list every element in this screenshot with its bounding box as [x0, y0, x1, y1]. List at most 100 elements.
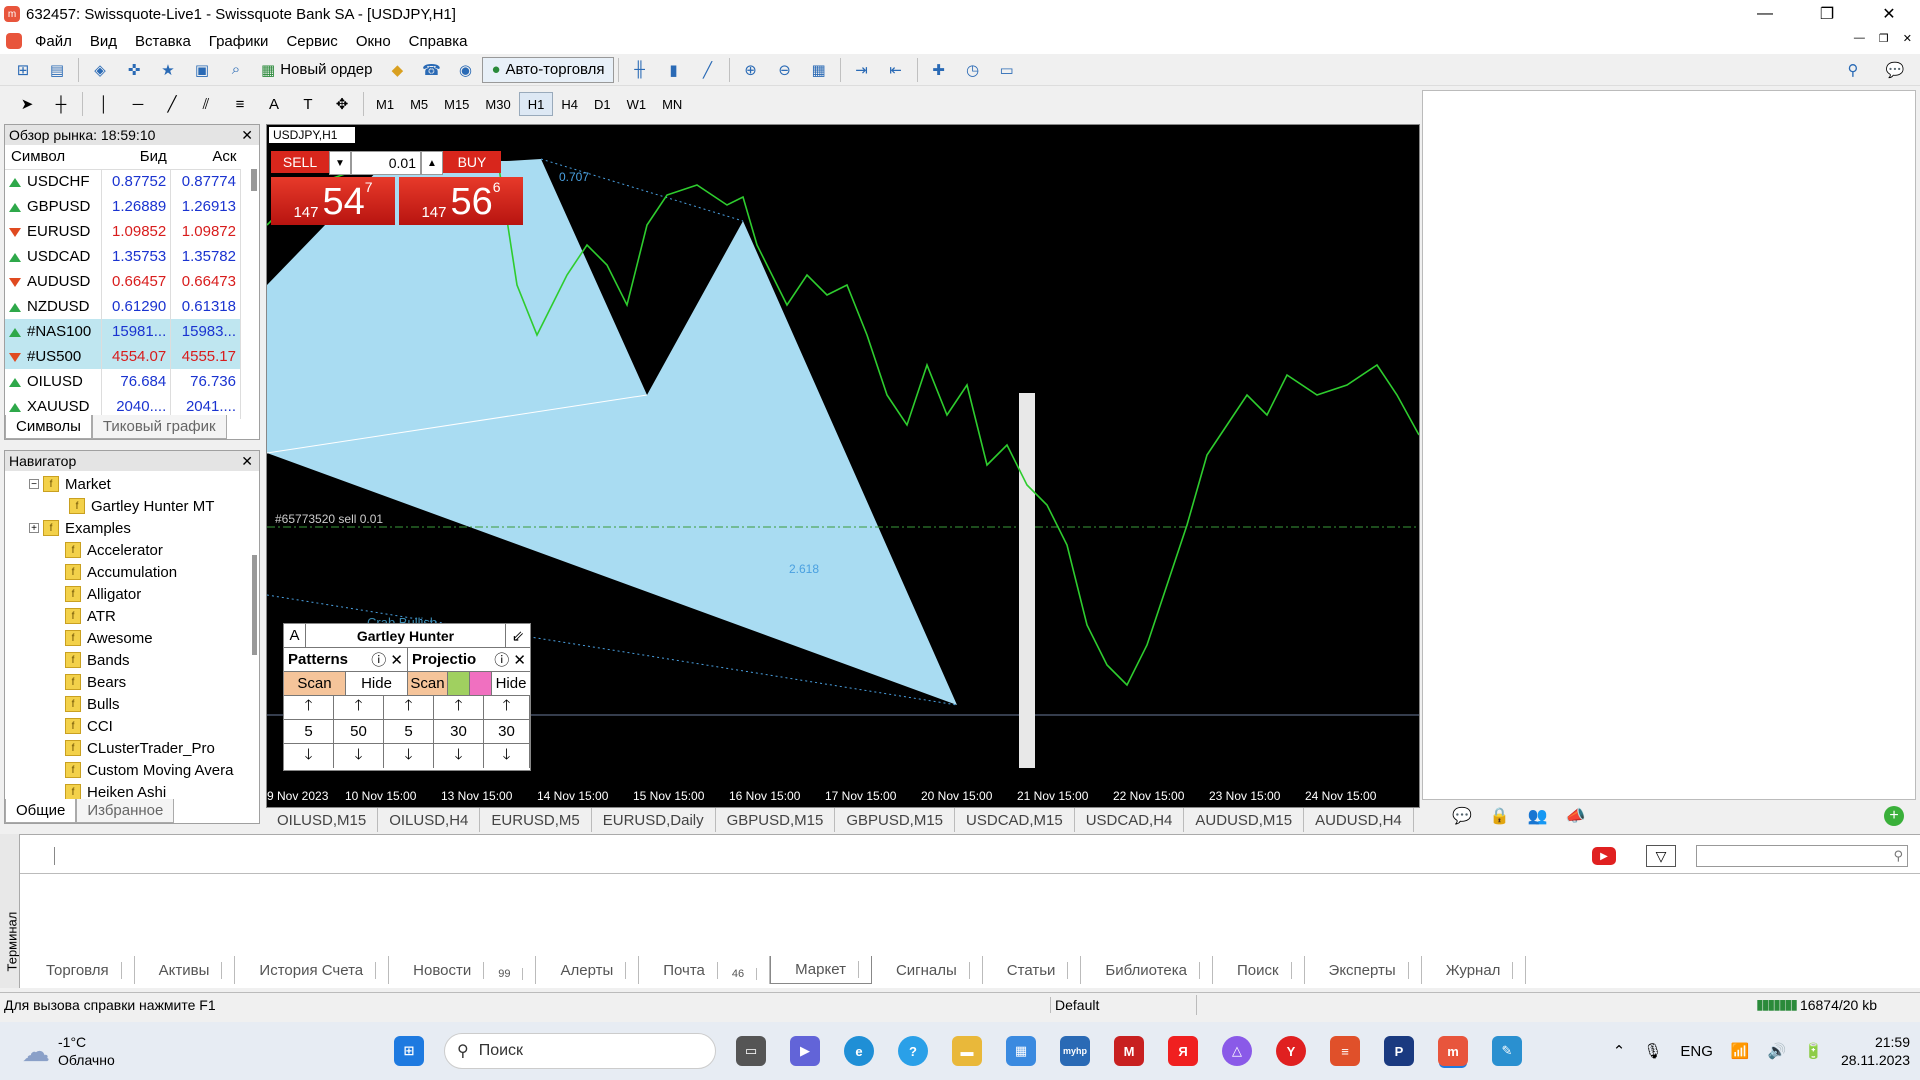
arrow-up-icon[interactable]: 🡑 — [384, 696, 434, 719]
scrollbar[interactable] — [252, 555, 257, 655]
terminal-tab[interactable]: Журнал — [1422, 956, 1527, 984]
table-row[interactable]: NZDUSD 0.61290 0.61318 — [5, 294, 241, 319]
tab-symbols[interactable]: Символы — [5, 415, 92, 439]
expand-icon[interactable]: + — [29, 523, 39, 534]
text-icon[interactable]: A — [261, 91, 287, 117]
chart-tab[interactable]: USDCAD,H4 — [1075, 808, 1185, 832]
navigator-item[interactable]: f Bands — [5, 649, 259, 671]
battery-icon[interactable]: 🔋 — [1804, 1042, 1823, 1060]
chart-tab[interactable]: USDCAD,M15 — [955, 808, 1075, 832]
navigator-item[interactable]: f ATR — [5, 605, 259, 627]
minimize-button[interactable]: — — [1734, 0, 1796, 28]
menu-insert[interactable]: Вставка — [126, 33, 200, 50]
lot-up-icon[interactable]: ▲ — [421, 151, 443, 175]
lot-down-icon[interactable]: ▼ — [329, 151, 351, 175]
terminal-icon[interactable]: ▣ — [189, 57, 215, 83]
edge-icon[interactable]: e — [844, 1036, 874, 1066]
navigator-item[interactable]: f Gartley Hunter MT — [5, 495, 259, 517]
lot-input[interactable]: 0.01 — [351, 151, 421, 175]
tester-icon[interactable]: ⌕ — [223, 57, 249, 83]
help-icon[interactable]: ⓘ ✕ — [371, 649, 403, 670]
navigator-item[interactable]: f Alligator — [5, 583, 259, 605]
navigator-item[interactable]: f Accumulation — [5, 561, 259, 583]
navigator-item[interactable]: f Bulls — [5, 693, 259, 715]
collapse-icon[interactable]: − — [29, 479, 39, 490]
chat-icon[interactable]: 💬 — [1882, 57, 1908, 83]
mdi-restore-button[interactable]: ❐ — [1879, 32, 1889, 45]
dropdown-button[interactable]: ▽ — [1646, 845, 1676, 867]
chart-tab[interactable]: EURUSD,M5 — [480, 808, 592, 832]
alice-icon[interactable]: △ — [1222, 1036, 1252, 1066]
yandex-icon[interactable]: Я — [1168, 1036, 1198, 1066]
cursor-icon[interactable]: ➤ — [14, 91, 40, 117]
arrow-up-icon[interactable]: 🡑 — [334, 696, 384, 719]
terminal-tab[interactable]: Алерты — [536, 956, 640, 984]
menu-charts[interactable]: Графики — [200, 33, 278, 50]
tf-m15[interactable]: M15 — [436, 92, 477, 116]
horizontal-line-icon[interactable]: ─ — [125, 91, 151, 117]
navigator-item[interactable]: f CCI — [5, 715, 259, 737]
autoscroll-icon[interactable]: ⇤ — [883, 57, 909, 83]
terminal-tab[interactable]: Библиотека — [1081, 956, 1213, 984]
volume-icon[interactable]: 🔊 — [1768, 1042, 1787, 1060]
table-row[interactable]: USDCHF 0.87752 0.87774 — [5, 169, 241, 194]
chart-tab[interactable]: OILUSD,H4 — [378, 808, 481, 832]
navigator-item[interactable]: − f Market — [5, 473, 259, 495]
terminal-tab[interactable]: Эксперты — [1305, 956, 1422, 984]
language-indicator[interactable]: ENG — [1680, 1043, 1713, 1060]
search-icon[interactable]: ⚲ — [1893, 848, 1903, 864]
table-row[interactable]: USDCAD 1.35753 1.35782 — [5, 244, 241, 269]
myhp-icon[interactable]: myhp — [1060, 1036, 1090, 1066]
table-row[interactable]: #NAS100 15981... 15983... — [5, 319, 241, 344]
navigator-item[interactable]: + f Examples — [5, 517, 259, 539]
youtube-icon[interactable]: ▶ — [1592, 847, 1616, 865]
metaeditor-icon[interactable]: ◆ — [384, 57, 410, 83]
help-app-icon[interactable]: ? — [898, 1036, 928, 1066]
mdi-minimize-button[interactable]: — — [1854, 32, 1865, 45]
help-icon[interactable]: ⓘ ✕ — [494, 649, 526, 670]
col-symbol[interactable]: Символ — [5, 145, 101, 170]
candle-chart-icon[interactable]: ▮ — [661, 57, 687, 83]
weather-widget[interactable]: ☁ -1°C Облачно — [22, 1033, 382, 1069]
arrow-up-icon[interactable]: 🡑 — [284, 696, 334, 719]
teams-icon[interactable]: ▶ — [790, 1036, 820, 1066]
metatrader-icon[interactable]: m — [1438, 1036, 1468, 1066]
new-order-button[interactable]: ▦ Новый ордер — [253, 57, 380, 83]
terminal-tab[interactable]: Статьи — [983, 956, 1082, 984]
chart-tab[interactable]: OILUSD,M15 — [266, 808, 379, 832]
tab-tick-chart[interactable]: Тиковый график — [91, 415, 227, 439]
lock-icon[interactable]: 🔒 — [1490, 806, 1510, 826]
vertical-line-icon[interactable]: │ — [91, 91, 117, 117]
gh-value[interactable]: 30 — [484, 720, 530, 743]
crosshair-icon[interactable]: ✜ — [121, 57, 147, 83]
label-icon[interactable]: T — [295, 91, 321, 117]
chart-tab[interactable]: AUDUSD,H4 — [1304, 808, 1414, 832]
menu-tools[interactable]: Сервис — [277, 33, 346, 50]
table-row[interactable]: GBPUSD 1.26889 1.26913 — [5, 194, 241, 219]
chat-bubble-icon[interactable]: 💬 — [1452, 806, 1472, 826]
tf-d1[interactable]: D1 — [586, 92, 619, 116]
col-ask[interactable]: Аск — [170, 145, 241, 170]
chart-tab[interactable]: AUDUSD,M15 — [1184, 808, 1305, 832]
paint-icon[interactable]: ✎ — [1492, 1036, 1522, 1066]
sell-price[interactable]: 147 54 7 — [271, 177, 395, 225]
line-chart-icon[interactable]: ╱ — [695, 57, 721, 83]
arrow-down-icon[interactable]: 🡓 — [434, 744, 484, 768]
tf-mn[interactable]: MN — [654, 92, 690, 116]
chart-tab[interactable]: GBPUSD,M15 — [716, 808, 836, 832]
buy-price[interactable]: 147 56 6 — [399, 177, 523, 225]
chart-shift-icon[interactable]: ⇥ — [849, 57, 875, 83]
arrow-up-icon[interactable]: 🡑 — [434, 696, 484, 719]
gh-value[interactable]: 30 — [434, 720, 484, 743]
windows-start-icon[interactable]: ⊞ — [394, 1036, 424, 1066]
arrow-down-icon[interactable]: 🡓 — [334, 744, 384, 768]
tf-h4[interactable]: H4 — [553, 92, 586, 116]
arrow-down-icon[interactable]: 🡓 — [484, 744, 530, 768]
templates-icon[interactable]: ▭ — [994, 57, 1020, 83]
terminal-tab[interactable]: Поиск — [1213, 956, 1305, 984]
table-row[interactable]: AUDUSD 0.66457 0.66473 — [5, 269, 241, 294]
menu-help[interactable]: Справка — [400, 33, 477, 50]
maximize-button[interactable]: ❐ — [1796, 0, 1858, 28]
clock[interactable]: 21:59 28.11.2023 — [1841, 1033, 1910, 1069]
mcafee-icon[interactable]: M — [1114, 1036, 1144, 1066]
